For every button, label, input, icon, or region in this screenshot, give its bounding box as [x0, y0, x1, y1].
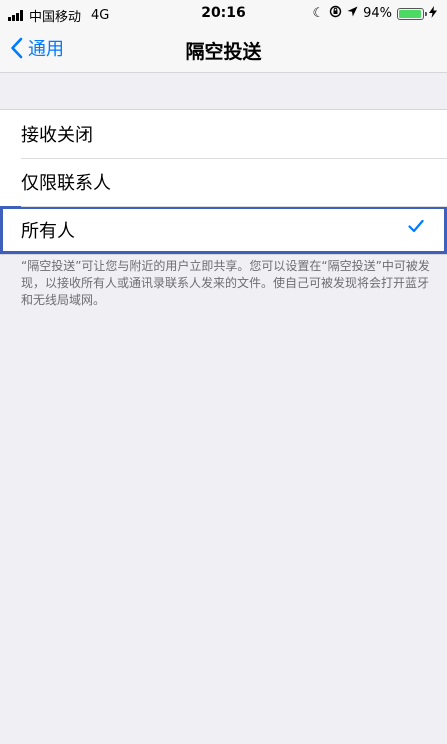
status-bar: 中国移动 4G 20:16 ☾ 94%: [0, 0, 447, 28]
page-title: 隔空投送: [185, 41, 262, 63]
location-icon: [347, 6, 358, 21]
option-label: 接收关闭: [21, 125, 93, 146]
navigation-bar: 通用 隔空投送: [0, 28, 447, 73]
battery-percent: 94%: [363, 6, 392, 21]
airdrop-options-list: 接收关闭 仅限联系人 所有人: [0, 109, 447, 255]
option-contacts-only[interactable]: 仅限联系人: [0, 158, 447, 206]
battery-fill: [399, 9, 421, 18]
airdrop-description: “隔空投送”可让您与附近的用户立即共享。您可以设置在“隔空投送”中可被发现，以接…: [21, 259, 430, 307]
option-label: 所有人: [21, 221, 75, 242]
checkmark-icon: [408, 219, 424, 233]
orientation-lock-icon: [329, 5, 342, 22]
option-everyone[interactable]: 所有人: [0, 206, 447, 254]
moon-icon: ☾: [312, 6, 325, 21]
option-receiving-off[interactable]: 接收关闭: [0, 110, 447, 158]
charging-icon: [429, 5, 437, 22]
battery-icon: [397, 7, 427, 20]
status-right: ☾ 94%: [307, 5, 437, 22]
option-label: 仅限联系人: [21, 173, 111, 194]
